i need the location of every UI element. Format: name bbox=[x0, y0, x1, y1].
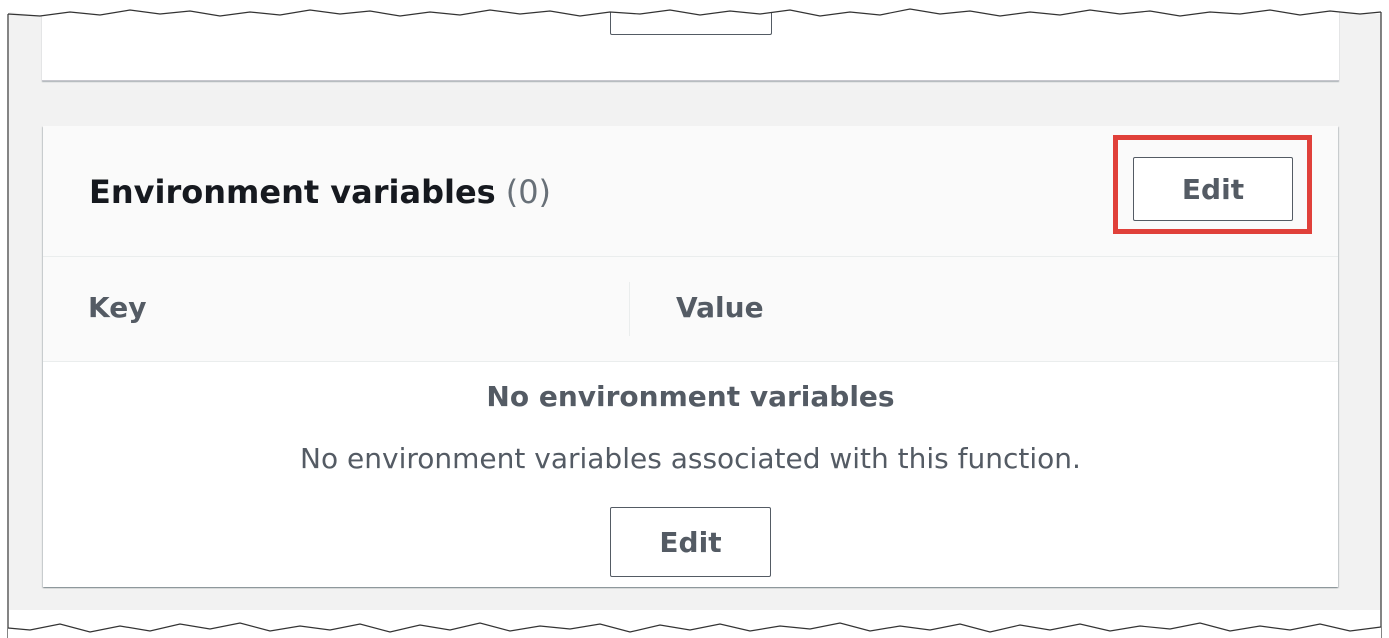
screenshot-frame: Environment variables (0) Edit Key Value … bbox=[0, 0, 1389, 638]
torn-paper-border bbox=[0, 0, 1389, 638]
